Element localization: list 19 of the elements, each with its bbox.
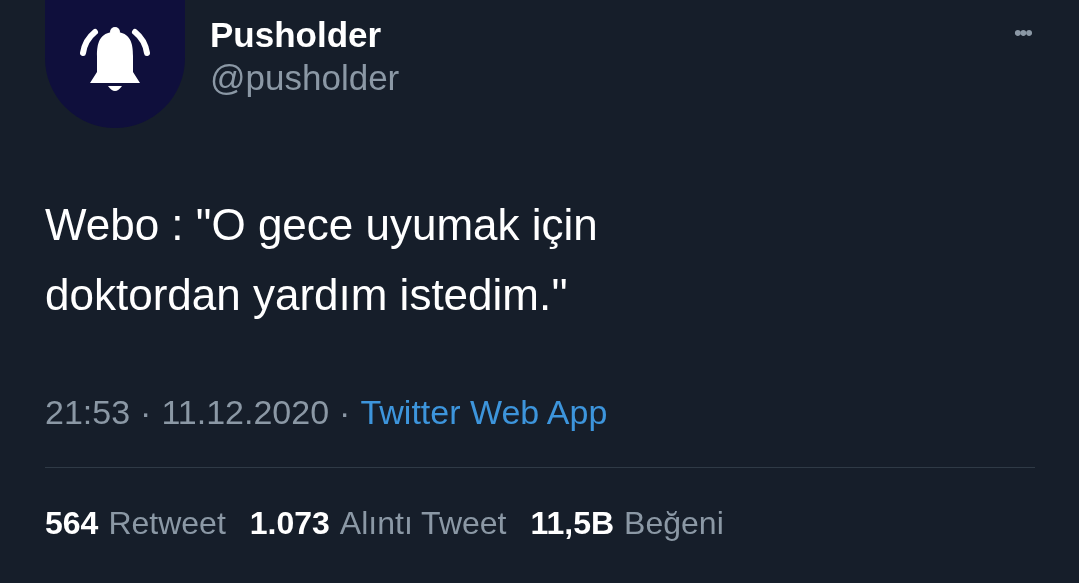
stat-count: 1.073 bbox=[249, 504, 330, 542]
tweet-text-line: Webo : "O gece uyumak için bbox=[45, 199, 599, 251]
separator: · bbox=[140, 392, 152, 432]
tweet-date: 11.12.2020 bbox=[161, 392, 330, 432]
stat-count: 11,5B bbox=[530, 504, 615, 542]
stat-label: Alıntı Tweet bbox=[339, 504, 507, 542]
stat-label: Retweet bbox=[108, 504, 226, 542]
stat-label: Beğeni bbox=[624, 504, 724, 542]
more-button[interactable]: ••• bbox=[1013, 16, 1031, 49]
stat-count: 564 bbox=[45, 504, 99, 542]
stat-link[interactable]: 11,5B Beğeni bbox=[530, 504, 724, 542]
author-name[interactable]: Pusholder bbox=[210, 14, 400, 56]
tweet-text-line: doktordan yardım istedim.'' bbox=[45, 269, 569, 321]
stat-link[interactable]: 564 Retweet bbox=[45, 504, 226, 542]
stat-link[interactable]: 1.073 Alıntı Tweet bbox=[249, 504, 507, 542]
separator: · bbox=[339, 392, 351, 432]
source-link[interactable]: Twitter Web App bbox=[360, 392, 608, 432]
author-handle[interactable]: @pusholder bbox=[210, 56, 400, 100]
tweet-time: 21:53 bbox=[45, 392, 131, 432]
